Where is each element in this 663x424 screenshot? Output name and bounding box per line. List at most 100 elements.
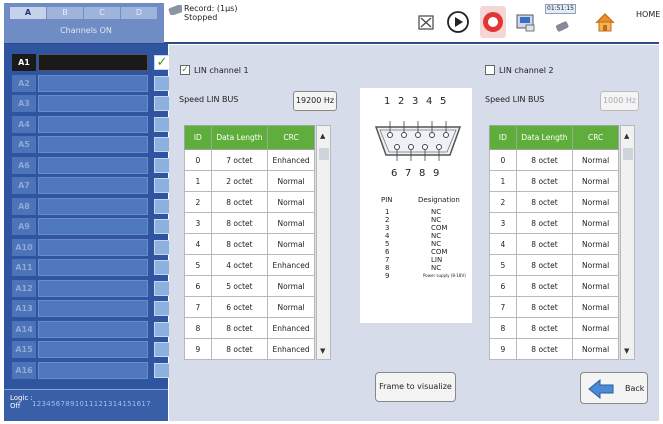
save-button[interactable]: [512, 6, 538, 38]
cell-data-length[interactable]: 8 octet: [515, 254, 574, 276]
cell-crc[interactable]: Normal: [572, 317, 619, 339]
channel-checkbox[interactable]: [154, 342, 170, 357]
cell-crc[interactable]: Normal: [572, 296, 619, 318]
cell-crc[interactable]: Enhanced: [267, 254, 315, 276]
table-row[interactable]: 98 octet Enhanced: [184, 338, 315, 360]
scroll-up-icon[interactable]: ▲: [624, 132, 629, 140]
cell-crc[interactable]: Normal: [267, 212, 315, 234]
eraser-button[interactable]: [547, 15, 575, 39]
back-button[interactable]: Back: [580, 372, 648, 404]
channel-row[interactable]: A3: [12, 95, 170, 112]
channel-row[interactable]: A13: [12, 300, 170, 317]
table-row[interactable]: 12 octet Normal: [184, 170, 315, 192]
channel-row[interactable]: A5: [12, 136, 170, 153]
cell-data-length[interactable]: 8 octet: [515, 233, 574, 255]
cell-crc[interactable]: Normal: [572, 212, 619, 234]
cell-crc[interactable]: Normal: [267, 191, 315, 213]
cell-id[interactable]: 4: [184, 233, 212, 255]
channel-row[interactable]: A6: [12, 156, 170, 174]
channel-row[interactable]: A1 ✓: [12, 54, 170, 71]
channel-checkbox[interactable]: [154, 96, 170, 111]
table-row[interactable]: 68 octet Normal: [489, 275, 619, 297]
home-button[interactable]: [592, 6, 618, 38]
table-row[interactable]: 08 octet Normal: [489, 149, 619, 171]
lin1-scrollbar[interactable]: ▲ ▼: [316, 125, 331, 360]
scroll-thumb[interactable]: [319, 148, 329, 160]
cell-crc[interactable]: Normal: [572, 338, 619, 360]
table-row[interactable]: 98 octet Normal: [489, 338, 619, 360]
channel-row[interactable]: A7: [12, 177, 170, 194]
channel-checkbox[interactable]: [154, 75, 170, 91]
table-row[interactable]: 18 octet Normal: [489, 170, 619, 192]
lin1-speed-field[interactable]: 19200 Hz: [293, 91, 337, 111]
cell-data-length[interactable]: 8 octet: [515, 170, 574, 192]
cell-data-length[interactable]: 8 octet: [210, 212, 269, 234]
lin1-checkbox[interactable]: ✓: [180, 65, 190, 75]
cell-data-length[interactable]: 8 octet: [210, 191, 269, 213]
cell-data-length[interactable]: 8 octet: [515, 149, 574, 171]
cell-id[interactable]: 7: [489, 296, 517, 318]
channel-row[interactable]: A11: [12, 259, 170, 276]
cell-id[interactable]: 9: [184, 338, 212, 360]
cell-id[interactable]: 6: [489, 275, 517, 297]
table-row[interactable]: 88 octet Enhanced: [184, 317, 315, 339]
cell-data-length[interactable]: 8 octet: [210, 233, 269, 255]
cell-data-length[interactable]: 2 octet: [210, 170, 269, 192]
table-row[interactable]: 58 octet Normal: [489, 254, 619, 276]
cell-id[interactable]: 9: [489, 338, 517, 360]
cell-data-length[interactable]: 8 octet: [210, 338, 269, 360]
table-row[interactable]: 38 octet Normal: [489, 212, 619, 234]
channel-row[interactable]: A15: [12, 341, 170, 358]
cell-id[interactable]: 2: [489, 191, 517, 213]
channel-row[interactable]: A8: [12, 197, 170, 215]
cell-id[interactable]: 6: [184, 275, 212, 297]
cell-crc[interactable]: Normal: [572, 233, 619, 255]
table-row[interactable]: 65 octet Normal: [184, 275, 315, 297]
cell-data-length[interactable]: 7 octet: [210, 149, 269, 171]
channel-checkbox[interactable]: [154, 137, 170, 152]
cell-id[interactable]: 4: [489, 233, 517, 255]
channel-checkbox[interactable]: [154, 198, 170, 214]
channel-row[interactable]: A12: [12, 279, 170, 297]
record-button[interactable]: [480, 6, 506, 38]
channel-row[interactable]: A2: [12, 74, 170, 92]
cell-id[interactable]: 1: [184, 170, 212, 192]
lin2-speed-field[interactable]: 1000 Hz: [600, 91, 639, 111]
channel-row[interactable]: A14: [12, 320, 170, 338]
cell-id[interactable]: 3: [489, 212, 517, 234]
scroll-down-icon[interactable]: ▼: [320, 347, 325, 355]
cell-data-length[interactable]: 5 octet: [210, 275, 269, 297]
cell-id[interactable]: 8: [184, 317, 212, 339]
cell-crc[interactable]: Normal: [572, 149, 619, 171]
table-row[interactable]: 54 octet Enhanced: [184, 254, 315, 276]
cell-data-length[interactable]: 8 octet: [210, 317, 269, 339]
channel-checkbox[interactable]: [154, 116, 170, 132]
table-row[interactable]: 28 octet Normal: [489, 191, 619, 213]
table-row[interactable]: 48 octet Normal: [184, 233, 315, 255]
table-row[interactable]: 76 octet Normal: [184, 296, 315, 318]
cell-data-length[interactable]: 8 octet: [515, 338, 574, 360]
cell-crc[interactable]: Enhanced: [267, 149, 315, 171]
cell-data-length[interactable]: 8 octet: [515, 275, 574, 297]
table-row[interactable]: 88 octet Normal: [489, 317, 619, 339]
cell-crc[interactable]: Normal: [572, 191, 619, 213]
channel-checkbox[interactable]: [154, 239, 170, 255]
cell-crc[interactable]: Normal: [267, 275, 315, 297]
cell-id[interactable]: 3: [184, 212, 212, 234]
channel-checkbox[interactable]: [154, 321, 170, 337]
cell-data-length[interactable]: 8 octet: [515, 317, 574, 339]
channel-checkbox[interactable]: [154, 301, 170, 316]
cell-crc[interactable]: Enhanced: [267, 317, 315, 339]
channel-row[interactable]: A4: [12, 115, 170, 133]
play-button[interactable]: [445, 6, 471, 38]
channel-checkbox[interactable]: [154, 260, 170, 275]
cell-id[interactable]: 0: [489, 149, 517, 171]
scroll-thumb[interactable]: [623, 148, 633, 160]
cell-id[interactable]: 8: [489, 317, 517, 339]
frame-to-visualize-button[interactable]: Frame to visualize: [375, 372, 456, 402]
cell-crc[interactable]: Normal: [267, 296, 315, 318]
channel-row[interactable]: A10: [12, 238, 170, 256]
group-tab-b[interactable]: B: [47, 7, 83, 19]
cell-crc[interactable]: Normal: [267, 233, 315, 255]
cell-crc[interactable]: Enhanced: [267, 338, 315, 360]
